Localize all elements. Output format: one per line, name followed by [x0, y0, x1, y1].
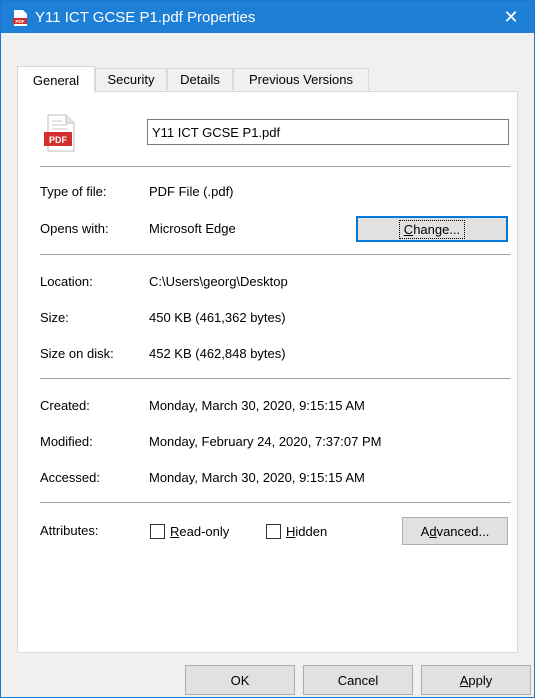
close-icon: ✕ [503, 6, 519, 27]
tab-general[interactable]: General [17, 66, 95, 93]
modified-value: Monday, February 24, 2020, 7:37:07 PM [149, 434, 382, 449]
size-value: 450 KB (461,362 bytes) [149, 310, 286, 325]
created-value: Monday, March 30, 2020, 9:15:15 AM [149, 398, 365, 413]
size-label: Size: [40, 310, 69, 325]
cancel-button[interactable]: Cancel [303, 665, 413, 695]
title-bar[interactable]: PDF Y11 ICT GCSE P1.pdf Properties ✕ [1, 1, 534, 33]
file-name-input[interactable] [147, 119, 509, 145]
attributes-label: Attributes: [40, 523, 99, 538]
change-button[interactable]: Change... [356, 216, 508, 242]
svg-text:PDF: PDF [16, 19, 25, 24]
general-panel: PDF Type of file: PDF File (.pdf) Opens … [17, 91, 518, 653]
pdf-file-icon: PDF [13, 10, 27, 26]
opens-with-label: Opens with: [40, 221, 109, 236]
opens-with-value: Microsoft Edge [149, 221, 236, 236]
separator [40, 254, 510, 255]
size-on-disk-value: 452 KB (462,848 bytes) [149, 346, 286, 361]
svg-text:PDF: PDF [49, 135, 68, 145]
tab-previous-versions[interactable]: Previous Versions [233, 68, 369, 90]
advanced-button-label: Advanced... [420, 523, 490, 539]
close-button[interactable]: ✕ [488, 1, 534, 33]
read-only-label[interactable]: Read-only [170, 524, 229, 539]
hidden-checkbox[interactable] [266, 524, 281, 539]
apply-button[interactable]: Apply [421, 665, 531, 695]
hidden-label[interactable]: Hidden [286, 524, 327, 539]
tab-details[interactable]: Details [167, 68, 233, 90]
size-on-disk-label: Size on disk: [40, 346, 114, 361]
created-label: Created: [40, 398, 90, 413]
tab-details-label: Details [180, 72, 220, 87]
tab-general-label: General [32, 72, 80, 88]
ok-button-label: OK [230, 672, 250, 688]
tab-security-label: Security [107, 72, 155, 87]
type-of-file-value: PDF File (.pdf) [149, 184, 234, 199]
accessed-label: Accessed: [40, 470, 100, 485]
modified-label: Modified: [40, 434, 93, 449]
apply-button-label: Apply [459, 672, 493, 688]
read-only-checkbox[interactable] [150, 524, 165, 539]
separator [40, 166, 510, 167]
ok-button[interactable]: OK [185, 665, 295, 695]
window-title: Y11 ICT GCSE P1.pdf Properties [35, 9, 256, 26]
location-value: C:\Users\georg\Desktop [149, 274, 288, 289]
properties-dialog: PDF Y11 ICT GCSE P1.pdf Properties ✕ Gen… [0, 0, 535, 698]
advanced-button[interactable]: Advanced... [402, 517, 508, 545]
accessed-value: Monday, March 30, 2020, 9:15:15 AM [149, 470, 365, 485]
type-of-file-label: Type of file: [40, 184, 107, 199]
separator [40, 502, 510, 503]
tab-security[interactable]: Security [95, 68, 167, 90]
cancel-button-label: Cancel [337, 672, 379, 688]
separator [40, 378, 510, 379]
tab-previous-versions-label: Previous Versions [248, 72, 354, 87]
location-label: Location: [40, 274, 93, 289]
pdf-file-icon: PDF [44, 114, 75, 152]
change-button-label: Change... [398, 219, 466, 239]
